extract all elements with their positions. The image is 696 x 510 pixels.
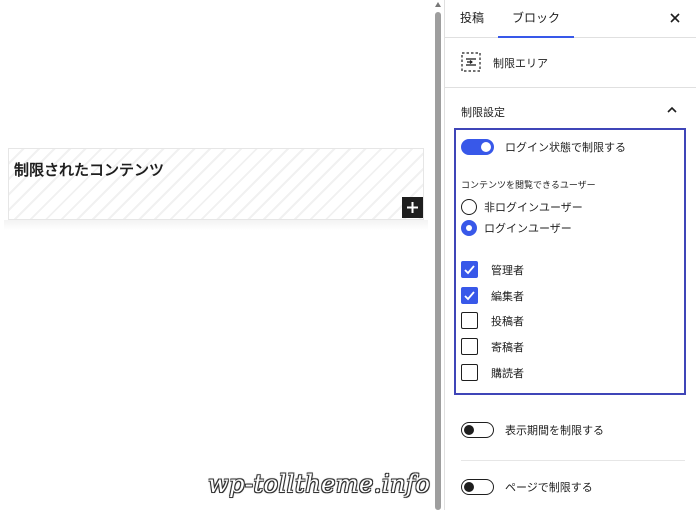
role-administrator-checkbox[interactable] (461, 261, 478, 278)
role-contributor-checkbox[interactable] (461, 338, 478, 355)
chevron-up-icon (667, 106, 677, 113)
tab-post[interactable]: 投稿 (460, 0, 484, 38)
login-restriction-row: ログイン状態で制限する (461, 139, 626, 155)
block-shadow (4, 220, 428, 230)
radio-non-logged-in-label: 非ログインユーザー (484, 201, 583, 214)
block-card-title: 制限エリア (493, 57, 548, 70)
role-administrator-label: 管理者 (491, 263, 524, 277)
radio-non-logged-in-control[interactable] (461, 199, 477, 215)
scroll-up-arrow-icon[interactable] (434, 1, 442, 9)
block-card: 制限エリア (445, 38, 696, 88)
role-editor[interactable]: 編集者 (461, 287, 524, 304)
period-restriction-row: 表示期間を制限する (461, 422, 604, 438)
watermark: wp-tolltheme.info (208, 470, 431, 498)
radio-non-logged-in[interactable]: 非ログインユーザー (461, 199, 583, 215)
radio-logged-in[interactable]: ログインユーザー (461, 220, 572, 236)
period-restriction-toggle[interactable] (461, 422, 494, 438)
editor-canvas: 制限されたコンテンツ wp-tolltheme.info (0, 0, 432, 510)
restricted-content-block[interactable]: 制限されたコンテンツ (8, 148, 424, 220)
add-block-button[interactable] (402, 197, 423, 218)
viewer-group-label: コンテンツを閲覧できるユーザー (461, 181, 596, 191)
panel-title: 制限設定 (461, 106, 505, 119)
close-sidebar-button[interactable] (663, 6, 687, 30)
period-restriction-label: 表示期間を制限する (505, 424, 604, 437)
radio-logged-in-control[interactable] (461, 220, 477, 236)
role-contributor-label: 寄稿者 (491, 340, 524, 354)
login-restriction-label: ログイン状態で制限する (505, 141, 626, 154)
editor-scrollbar[interactable] (432, 0, 444, 510)
section-divider (461, 460, 685, 461)
role-author-checkbox[interactable] (461, 312, 478, 329)
role-editor-checkbox[interactable] (461, 287, 478, 304)
check-icon (464, 291, 475, 301)
page-restriction-label: ページで制限する (505, 481, 593, 494)
scrollbar-thumb[interactable] (435, 12, 441, 510)
role-subscriber-checkbox[interactable] (461, 364, 478, 381)
block-heading[interactable]: 制限されたコンテンツ (14, 159, 164, 180)
check-icon (464, 265, 475, 275)
role-editor-label: 編集者 (491, 289, 524, 303)
plus-icon (407, 202, 418, 213)
radio-logged-in-label: ログインユーザー (484, 222, 572, 235)
login-restriction-toggle[interactable] (461, 139, 494, 155)
settings-sidebar: 投稿 ブロック 制限エリア 制限設定 ログイン状態で制限する コンテンツを閲覧で… (444, 0, 696, 510)
restrict-area-icon (461, 52, 481, 72)
sidebar-tabs: 投稿 ブロック (445, 0, 696, 38)
tab-block[interactable]: ブロック (498, 0, 574, 38)
page-restriction-row: ページで制限する (461, 479, 593, 495)
close-icon (670, 13, 680, 23)
role-subscriber[interactable]: 購読者 (461, 364, 524, 381)
page-restriction-toggle[interactable] (461, 479, 494, 495)
role-author[interactable]: 投稿者 (461, 312, 524, 329)
role-subscriber-label: 購読者 (491, 366, 524, 380)
role-author-label: 投稿者 (491, 314, 524, 328)
restriction-settings-panel-toggle[interactable]: 制限設定 (445, 88, 696, 132)
role-administrator[interactable]: 管理者 (461, 261, 524, 278)
role-contributor[interactable]: 寄稿者 (461, 338, 524, 355)
